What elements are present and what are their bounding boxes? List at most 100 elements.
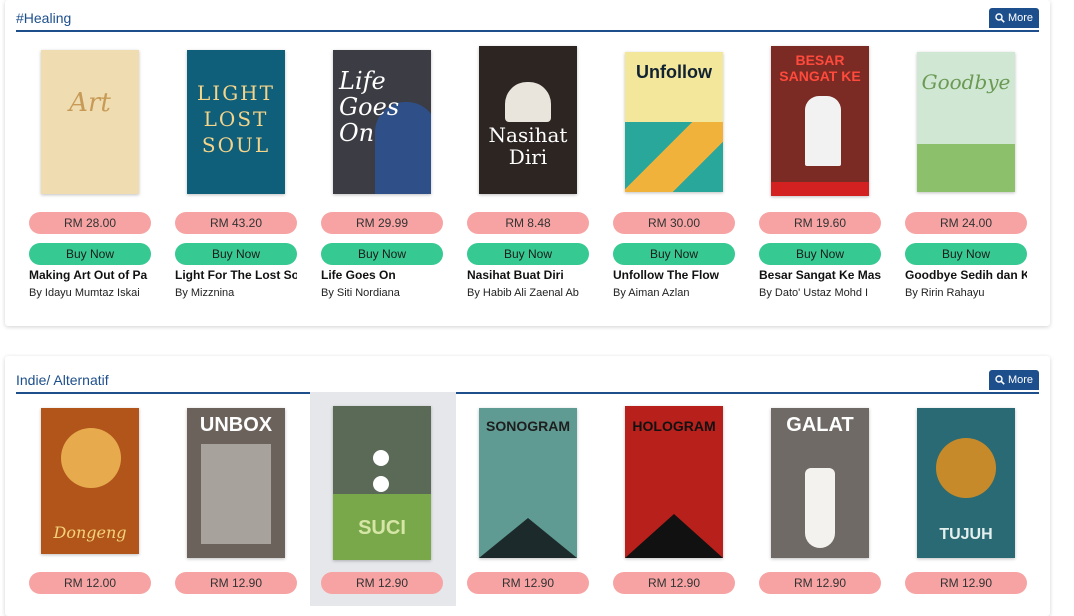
cover-dot xyxy=(373,450,389,466)
book-cover[interactable]: TUJUH xyxy=(917,408,1015,558)
book-cover[interactable]: SUCI xyxy=(333,406,431,560)
book-cover[interactable]: Life Goes On xyxy=(333,50,431,194)
book-author: By Siti Nordiana xyxy=(321,287,400,299)
book-card[interactable]: Dongeng RM 12.00 xyxy=(29,406,153,606)
section-header: Indie/ Alternatif More xyxy=(16,370,1039,394)
book-card-hovered[interactable]: SUCI RM 12.90 xyxy=(310,392,456,606)
cover-title: Goodbye xyxy=(921,70,1011,94)
cover-figure xyxy=(805,468,835,548)
cover-band xyxy=(771,182,869,196)
price-badge: RM 24.00 xyxy=(905,212,1027,234)
book-author: By Ririn Rahayu xyxy=(905,287,985,299)
book-card[interactable]: Art RM 28.00 Buy Now Making Art Out of P… xyxy=(29,46,153,306)
cover-title: Life Goes On xyxy=(339,67,400,147)
book-card[interactable]: GALAT RM 12.90 xyxy=(759,406,883,606)
cover-title: SONOGRAM xyxy=(486,418,570,434)
book-cover[interactable]: Unfollow xyxy=(625,52,723,192)
cover-title: Nasihat Diri xyxy=(488,123,568,169)
book-cover[interactable]: BESAR SANGAT KE xyxy=(771,46,869,196)
book-cover[interactable]: HOLOGRAM xyxy=(625,406,723,558)
book-author: By Aiman Azlan xyxy=(613,287,690,299)
book-card[interactable]: Goodbye RM 24.00 Buy Now Goodbye Sedih d… xyxy=(905,46,1029,306)
cover-bg xyxy=(41,50,139,194)
book-cover[interactable]: Dongeng xyxy=(41,408,139,554)
cover-art xyxy=(201,444,271,544)
book-card[interactable]: Nasihat Diri RM 8.48 Buy Now Nasihat Bua… xyxy=(467,46,591,306)
cover-title: GALAT xyxy=(786,414,854,436)
price-badge: RM 12.00 xyxy=(29,572,151,594)
book-card[interactable]: UNBOX RM 12.90 xyxy=(175,406,299,606)
cover-title: Art xyxy=(69,88,111,118)
book-card[interactable]: HOLOGRAM RM 12.90 xyxy=(613,406,737,606)
book-title[interactable]: Goodbye Sedih dan K xyxy=(905,268,1027,282)
book-card[interactable]: BESAR SANGAT KE RM 19.60 Buy Now Besar S… xyxy=(759,46,883,306)
price-badge: RM 8.48 xyxy=(467,212,589,234)
price-badge: RM 43.20 xyxy=(175,212,297,234)
cover-title: HOLOGRAM xyxy=(632,418,716,434)
price-badge: RM 19.60 xyxy=(759,212,881,234)
book-cover[interactable]: Goodbye xyxy=(917,52,1015,192)
buy-now-button[interactable]: Buy Now xyxy=(759,243,881,265)
cover-hill xyxy=(917,144,1015,192)
book-title[interactable]: Besar Sangat Ke Mas xyxy=(759,268,881,282)
book-card[interactable]: SONOGRAM RM 12.90 xyxy=(467,406,591,606)
book-title[interactable]: Unfollow The Flow xyxy=(613,268,735,282)
cover-title: LIGHT LOST SOUL xyxy=(197,81,275,157)
price-badge: RM 28.00 xyxy=(29,212,151,234)
more-label: More xyxy=(1007,374,1033,386)
book-card[interactable]: Unfollow RM 30.00 Buy Now Unfollow The F… xyxy=(613,46,737,306)
cover-title: SUCI xyxy=(358,517,406,539)
section-header: #Healing More xyxy=(16,8,1039,32)
search-icon xyxy=(995,375,1005,385)
cover-title: Unfollow xyxy=(636,62,712,82)
indie-alternatif-section: Indie/ Alternatif More Dongeng RM 12.00 … xyxy=(5,356,1050,616)
book-author: By Mizznina xyxy=(175,287,235,299)
cover-title: UNBOX xyxy=(199,414,273,436)
cover-title: Dongeng xyxy=(53,523,127,542)
price-badge: RM 12.90 xyxy=(613,572,735,594)
cover-figure xyxy=(505,82,551,122)
book-card[interactable]: TUJUH RM 12.90 xyxy=(905,406,1029,606)
price-badge: RM 12.90 xyxy=(905,572,1027,594)
book-cover[interactable]: Art xyxy=(41,50,139,194)
book-title[interactable]: Life Goes On xyxy=(321,268,443,282)
more-button[interactable]: More xyxy=(988,370,1039,390)
buy-now-button[interactable]: Buy Now xyxy=(467,243,589,265)
book-cover[interactable]: LIGHT LOST SOUL xyxy=(187,50,285,194)
book-title[interactable]: Nasihat Buat Diri xyxy=(467,268,589,282)
book-title[interactable]: Making Art Out of Pa xyxy=(29,268,151,282)
book-title[interactable]: Light For The Lost So xyxy=(175,268,297,282)
search-icon xyxy=(995,13,1005,23)
price-badge: RM 12.90 xyxy=(467,572,589,594)
price-badge: RM 12.90 xyxy=(321,572,443,594)
price-badge: RM 12.90 xyxy=(175,572,297,594)
book-cover[interactable]: GALAT xyxy=(771,408,869,558)
book-author: By Dato' Ustaz Mohd I xyxy=(759,287,869,299)
cover-eye xyxy=(936,438,996,498)
buy-now-button[interactable]: Buy Now xyxy=(905,243,1027,265)
buy-now-button[interactable]: Buy Now xyxy=(175,243,297,265)
book-card[interactable]: LIGHT LOST SOUL RM 43.20 Buy Now Light F… xyxy=(175,46,299,306)
buy-now-button[interactable]: Buy Now xyxy=(321,243,443,265)
book-author: By Habib Ali Zaenal Ab xyxy=(467,287,579,299)
section-title: Indie/ Alternatif xyxy=(16,372,109,388)
more-button[interactable]: More xyxy=(988,8,1039,28)
cover-art xyxy=(61,428,121,488)
book-cover[interactable]: UNBOX xyxy=(187,408,285,558)
price-badge: RM 12.90 xyxy=(759,572,881,594)
cover-figure xyxy=(805,96,841,166)
heart-icon xyxy=(373,476,389,492)
healing-section: #Healing More Art RM 28.00 Buy Now Makin… xyxy=(5,0,1050,326)
buy-now-button[interactable]: Buy Now xyxy=(29,243,151,265)
cover-art xyxy=(625,122,723,192)
cover-title: TUJUH xyxy=(939,526,993,543)
more-label: More xyxy=(1007,12,1033,24)
book-cover[interactable]: Nasihat Diri xyxy=(479,46,577,194)
book-author: By Idayu Mumtaz Iskai xyxy=(29,287,140,299)
price-badge: RM 29.99 xyxy=(321,212,443,234)
buy-now-button[interactable]: Buy Now xyxy=(613,243,735,265)
book-card[interactable]: Life Goes On RM 29.99 Buy Now Life Goes … xyxy=(321,46,445,306)
book-cover[interactable]: SONOGRAM xyxy=(479,408,577,558)
section-title: #Healing xyxy=(16,10,72,26)
price-badge: RM 30.00 xyxy=(613,212,735,234)
